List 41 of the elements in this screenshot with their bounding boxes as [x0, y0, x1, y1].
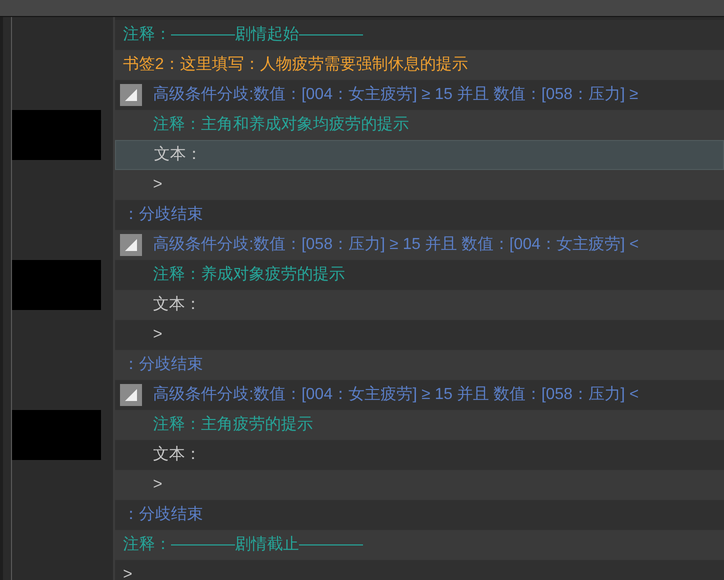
event-row[interactable]: 注释：————剧情起始———— [115, 20, 724, 50]
branch-condition-text: 高级条件分歧:数值：[004：女主疲劳] ≥ 15 并且 数值：[058：压力] ≥ [153, 84, 638, 105]
branch-end-text: ：分歧结束 [123, 504, 203, 525]
comment-text: 注释：————剧情起始———— [123, 24, 363, 45]
text-label: 文本： [154, 144, 202, 165]
branch-condition-text: 高级条件分歧:数值：[058：压力] ≥ 15 并且 数值：[004：女主疲劳] < [153, 234, 639, 255]
text-event-row[interactable]: 文本： [115, 140, 724, 170]
prompt-marker: > [153, 175, 162, 195]
event-row[interactable]: 注释：————剧情截止———— [115, 530, 724, 560]
event-row[interactable]: 书签2：这里填写：人物疲劳需要强制休息的提示 [115, 50, 724, 80]
branch-end-text: ：分歧结束 [123, 204, 203, 225]
event-row[interactable]: 高级条件分歧:数值：[004：女主疲劳] ≥ 15 并且 数值：[058：压力] < [115, 380, 724, 410]
event-row[interactable]: > [115, 320, 724, 350]
event-row[interactable]: 注释：主角疲劳的提示 [115, 410, 724, 440]
branch-condition-text: 高级条件分歧:数值：[004：女主疲劳] ≥ 15 并且 数值：[058：压力] < [153, 384, 639, 405]
comment-text: 注释：————剧情截止———— [123, 534, 363, 555]
event-row[interactable]: ：分歧结束 [115, 200, 724, 230]
prompt-marker: > [153, 325, 162, 345]
prompt-marker: > [123, 565, 132, 580]
bookmark-text: 书签2：这里填写：人物疲劳需要强制休息的提示 [123, 54, 468, 75]
text-event-row[interactable]: 文本： [115, 290, 724, 320]
branch-end-text: ：分歧结束 [123, 354, 203, 375]
event-row[interactable]: > [115, 560, 724, 580]
event-row[interactable]: 注释：养成对象疲劳的提示 [115, 260, 724, 290]
comment-text: 注释：主角和养成对象均疲劳的提示 [153, 114, 409, 135]
text-event-row[interactable]: 文本： [115, 440, 724, 470]
expand-toggle-icon[interactable] [120, 84, 142, 106]
prompt-marker: > [153, 475, 162, 495]
comment-text: 注释：主角疲劳的提示 [153, 414, 313, 435]
event-row[interactable]: 高级条件分歧:数值：[058：压力] ≥ 15 并且 数值：[004：女主疲劳] < [115, 230, 724, 260]
event-row[interactable]: 注释：主角和养成对象均疲劳的提示 [115, 110, 724, 140]
expand-toggle-icon[interactable] [120, 384, 142, 406]
event-row[interactable]: 高级条件分歧:数值：[004：女主疲劳] ≥ 15 并且 数值：[058：压力] ≥ [115, 80, 724, 110]
text-label: 文本： [153, 294, 201, 315]
comment-text: 注释：养成对象疲劳的提示 [153, 264, 345, 285]
text-label: 文本： [153, 444, 201, 465]
expand-toggle-icon[interactable] [120, 234, 142, 256]
event-row[interactable]: > [115, 170, 724, 200]
event-row[interactable]: ：分歧结束 [115, 350, 724, 380]
event-row[interactable]: ：分歧结束 [115, 500, 724, 530]
event-row[interactable]: > [115, 470, 724, 500]
